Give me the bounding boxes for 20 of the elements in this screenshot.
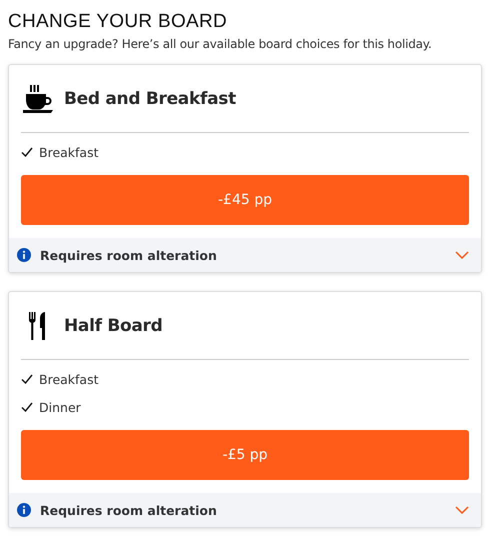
board-name: Bed and Breakfast xyxy=(64,89,236,109)
feature-label: Dinner xyxy=(39,400,81,414)
feature-label: Breakfast xyxy=(39,372,99,386)
board-name: Half Board xyxy=(64,316,163,336)
fork-and-knife-icon xyxy=(28,312,48,340)
feature-label: Breakfast xyxy=(39,144,99,160)
alteration-bar[interactable]: Requires room alteration xyxy=(9,238,481,272)
coffee-cup-icon xyxy=(22,84,54,114)
info-icon xyxy=(17,248,31,262)
chevron-icon[interactable] xyxy=(455,251,469,259)
page-title: CHANGE YOUR BOARD xyxy=(8,11,228,33)
check-icon xyxy=(21,374,33,384)
alteration-bar[interactable]: Requires room alteration xyxy=(9,493,481,527)
alteration-note: Requires room alteration xyxy=(40,502,218,518)
info-icon xyxy=(17,503,31,517)
alteration-note: Requires room alteration xyxy=(40,248,218,262)
page-subtitle: Fancy an upgrade? Here’s all our available board choices for this holiday. xyxy=(8,37,433,51)
check-icon xyxy=(21,402,33,412)
check-icon xyxy=(21,147,33,157)
chevron-icon[interactable] xyxy=(455,506,469,514)
